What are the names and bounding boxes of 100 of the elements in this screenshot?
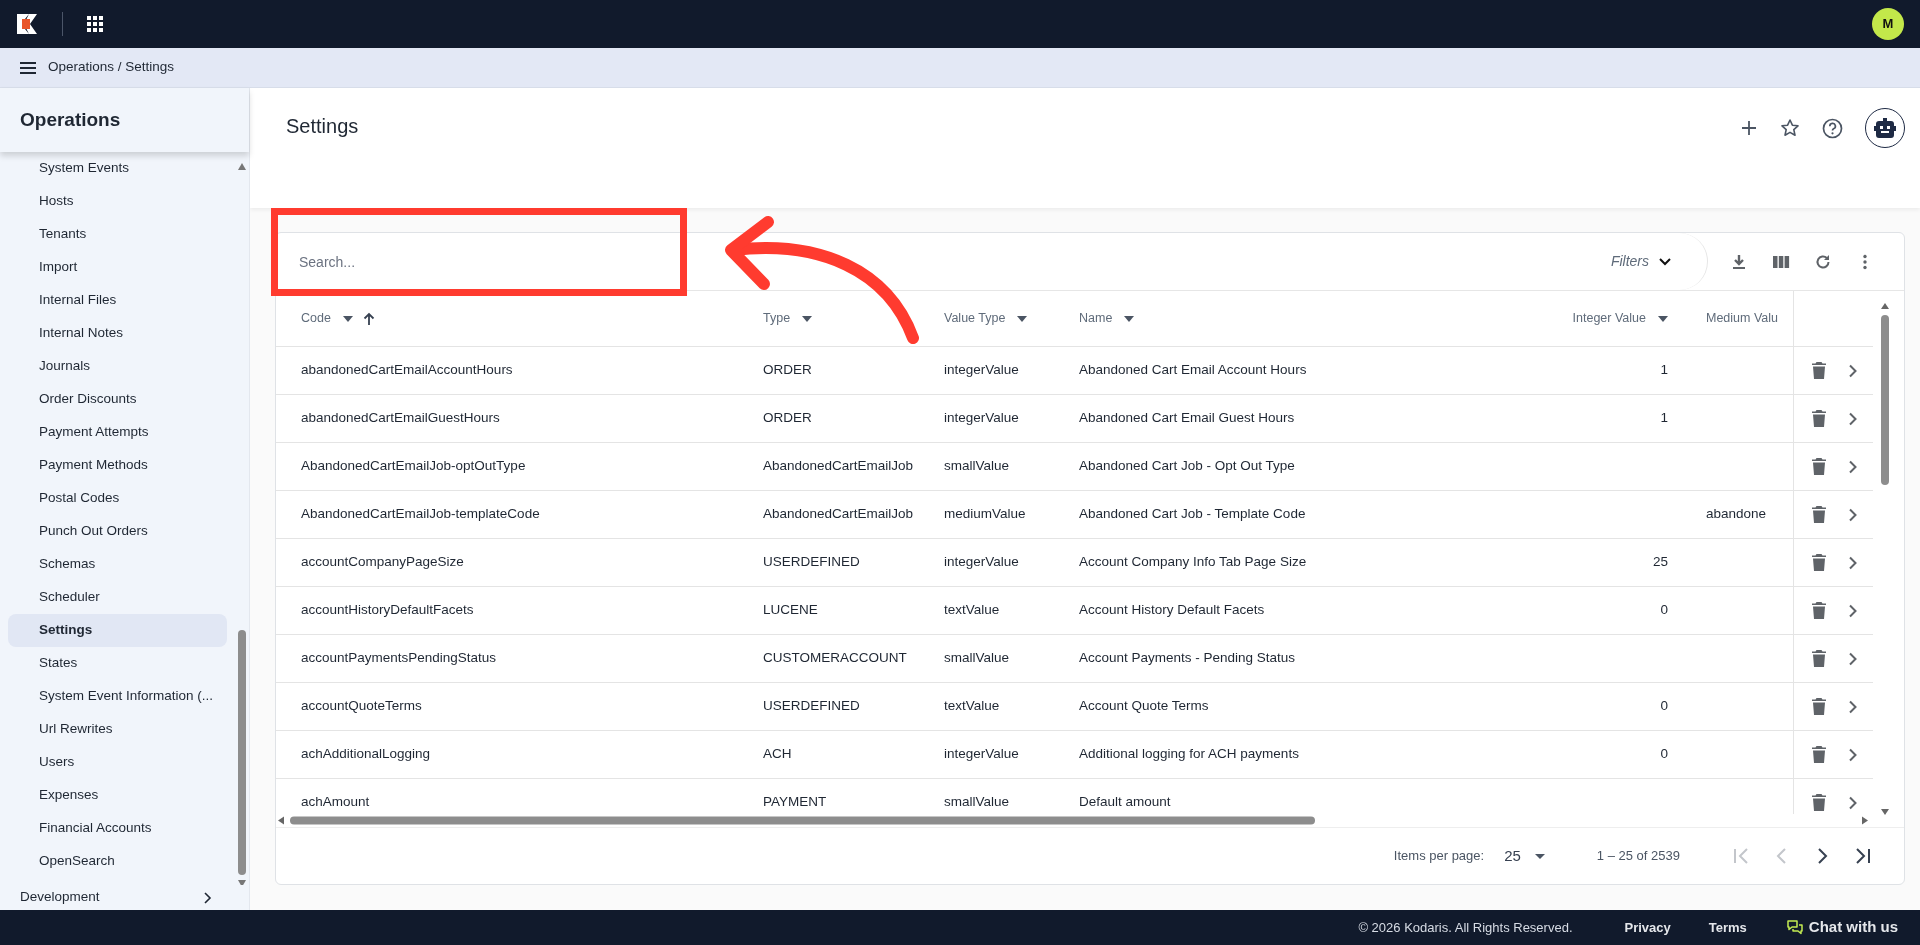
table-cell-text: ORDER	[763, 409, 812, 428]
sidebar-item[interactable]: Punch Out Orders	[8, 515, 227, 548]
chevron-down-icon[interactable]	[1659, 257, 1671, 266]
sidebar-item[interactable]: Internal Files	[8, 284, 227, 317]
delete-icon[interactable]	[1812, 362, 1826, 379]
table-cell-text: textValue	[944, 697, 1000, 716]
table-cell-text: USERDEFINED	[763, 553, 860, 572]
filters-dropdown[interactable]: Filters	[1604, 250, 1677, 273]
column-header[interactable]: Type	[763, 309, 791, 328]
chevron-right-icon[interactable]	[1848, 555, 1858, 570]
table-cell-text: accountPaymentsPendingStatus	[301, 649, 497, 668]
caret-down-icon[interactable]	[1124, 315, 1135, 322]
delete-icon[interactable]	[1812, 794, 1826, 811]
table-cell-text: integerValue	[944, 553, 1019, 572]
table-cell-text: USERDEFINED	[763, 697, 860, 716]
avatar[interactable]: M	[1872, 8, 1904, 40]
chevron-right-icon[interactable]	[1848, 699, 1858, 714]
sidebar-section[interactable]: Development	[20, 887, 100, 908]
sidebar-item[interactable]: States	[8, 647, 227, 680]
delete-icon[interactable]	[1812, 506, 1826, 523]
chevron-right-icon[interactable]	[1848, 603, 1858, 618]
table-cell-text: CUSTOMERACCOUNT	[763, 649, 907, 668]
delete-icon[interactable]	[1812, 410, 1826, 427]
search-field[interactable]: Search...	[276, 233, 1605, 290]
download-icon[interactable]	[1730, 252, 1748, 271]
chevron-right-icon[interactable]	[1848, 507, 1858, 522]
sidebar-item[interactable]: Hosts	[8, 185, 227, 218]
sidebar-item[interactable]: Url Rewrites	[8, 713, 227, 746]
chevron-right-icon[interactable]	[1848, 363, 1858, 378]
assistant-button[interactable]	[1865, 108, 1905, 148]
sidebar-item[interactable]: Payment Attempts	[8, 416, 227, 449]
sidebar-item[interactable]: Scheduler	[8, 581, 227, 614]
page-size-select[interactable]: 25	[1504, 844, 1545, 868]
caret-down-icon[interactable]	[342, 315, 353, 322]
items-per-page-label: Items per page:	[1393, 847, 1485, 866]
chevron-right-icon[interactable]	[1848, 747, 1858, 762]
help-icon[interactable]	[1822, 117, 1843, 139]
sidebar-item[interactable]: Payment Methods	[8, 449, 227, 482]
sidebar-item[interactable]: Settings	[8, 614, 227, 647]
chevron-right-icon[interactable]	[1848, 411, 1858, 426]
chevron-right-icon[interactable]	[1848, 459, 1858, 474]
sidebar-item[interactable]: Journals	[8, 350, 227, 383]
sidebar-item[interactable]: Financial Accounts	[8, 812, 227, 845]
delete-icon[interactable]	[1812, 602, 1826, 619]
delete-icon[interactable]	[1812, 698, 1826, 715]
sidebar-item[interactable]: System Event Information (...	[8, 680, 227, 713]
delete-icon[interactable]	[1812, 458, 1826, 475]
table-cell-text: LUCENE	[763, 601, 818, 620]
table-cell-text: Default amount	[1079, 793, 1171, 812]
delete-icon[interactable]	[1812, 554, 1826, 571]
breadcrumb: Operations / Settings	[48, 58, 175, 77]
sidebar-item[interactable]: Users	[8, 746, 227, 779]
caret-down-icon[interactable]	[802, 315, 813, 322]
chevron-right-icon[interactable]	[1848, 795, 1858, 810]
arrow-up-icon[interactable]	[362, 312, 375, 325]
column-header[interactable]: Integer Value	[1572, 309, 1646, 328]
sidebar-title: Operations	[0, 88, 249, 152]
caret-down-icon[interactable]	[1017, 315, 1028, 322]
sidebar-item[interactable]: Internal Notes	[8, 317, 227, 350]
sidebar-item[interactable]: System Events	[8, 152, 227, 185]
apps-grid-icon[interactable]	[87, 16, 103, 32]
star-icon[interactable]	[1780, 118, 1800, 138]
page-range: 1 – 25 of 2539	[1596, 847, 1680, 866]
table-cell-text: Account Payments - Pending Status	[1079, 649, 1296, 668]
delete-icon[interactable]	[1812, 746, 1826, 763]
caret-down-icon[interactable]	[1658, 315, 1668, 322]
sidebar-item[interactable]: Tenants	[8, 218, 227, 251]
sidebar-item[interactable]: OpenSearch	[8, 845, 227, 878]
caret-down-icon[interactable]	[1534, 853, 1545, 859]
add-icon[interactable]	[1740, 119, 1758, 137]
chevron-right-icon[interactable]	[1848, 651, 1858, 666]
table-cell-text: Abandoned Cart Job - Opt Out Type	[1079, 457, 1295, 476]
chat-icon[interactable]	[1786, 920, 1803, 935]
delete-icon[interactable]	[1812, 650, 1826, 667]
column-header[interactable]: Medium Valu	[1706, 309, 1779, 328]
footer-link[interactable]: Terms	[1708, 917, 1747, 938]
table-cell-text: Abandoned Cart Job - Template Code	[1079, 505, 1306, 524]
column-header[interactable]: Code	[301, 309, 331, 328]
table-cell-text: integerValue	[944, 745, 1019, 764]
table-cell-text: Account Company Info Tab Page Size	[1079, 553, 1307, 572]
table-cell-text: Account History Default Facets	[1079, 601, 1265, 620]
table-cell-text: textValue	[944, 601, 1000, 620]
table-cell-text: abandonedCartEmailAccountHours	[301, 361, 513, 380]
sidebar-item[interactable]: Expenses	[8, 779, 227, 812]
sidebar-item[interactable]: Postal Codes	[8, 482, 227, 515]
sidebar-item[interactable]: Order Discounts	[8, 383, 227, 416]
table-cell-text: accountCompanyPageSize	[301, 553, 464, 572]
refresh-icon[interactable]	[1814, 252, 1832, 271]
sidebar-item[interactable]: Import	[8, 251, 227, 284]
footer-link[interactable]: Privacy	[1624, 917, 1671, 938]
table-cell-text: Abandoned Cart Email Guest Hours	[1079, 409, 1295, 428]
table-cell-text: AbandonedCartEmailJob-templateCode	[301, 505, 540, 524]
chat-link[interactable]: Chat with us	[1786, 916, 1898, 939]
logo-icon[interactable]	[16, 13, 38, 35]
menu-icon[interactable]	[20, 61, 36, 74]
column-header[interactable]: Name	[1079, 309, 1113, 328]
table-cell-text: Abandoned Cart Email Account Hours	[1079, 361, 1307, 380]
table-cell-text: 0	[1660, 601, 1668, 620]
column-header[interactable]: Value Type	[944, 309, 1006, 328]
sidebar-item[interactable]: Schemas	[8, 548, 227, 581]
